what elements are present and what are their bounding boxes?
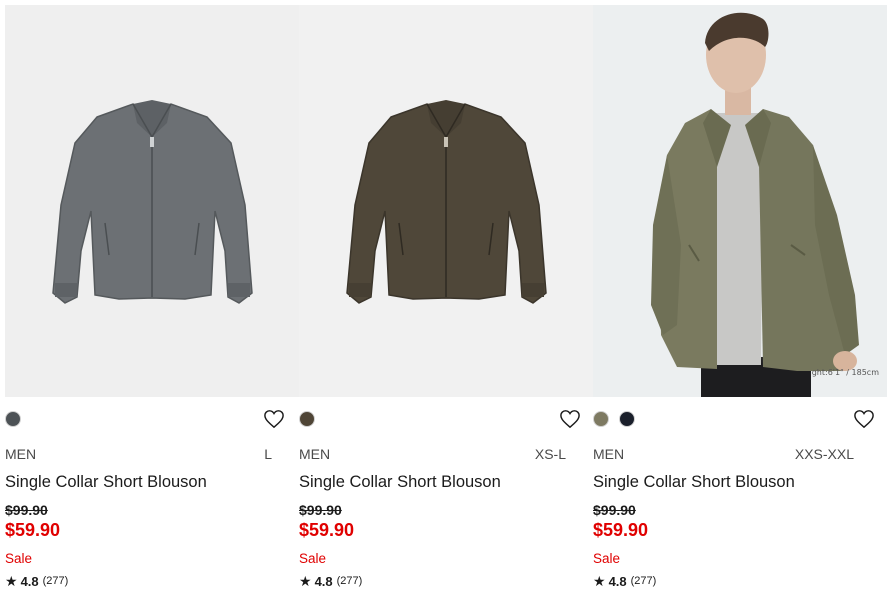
- product-card: MEN XS-L Single Collar Short Blouson $99…: [299, 5, 593, 595]
- color-swatch-olive[interactable]: [593, 411, 609, 427]
- review-count[interactable]: (277): [43, 575, 69, 587]
- original-price: $99.90: [5, 502, 48, 518]
- product-meta: MEN L: [5, 446, 299, 464]
- rating-score: 4.8: [20, 573, 39, 589]
- review-count[interactable]: (277): [631, 575, 657, 587]
- rating: ★ 4.8 (277): [299, 573, 362, 589]
- sale-price: $59.90: [5, 520, 61, 540]
- gender-label: MEN: [299, 446, 331, 462]
- product-image[interactable]: [5, 5, 299, 397]
- review-count[interactable]: (277): [337, 575, 363, 587]
- product-title[interactable]: Single Collar Short Blouson: [5, 473, 207, 492]
- color-swatch-navy[interactable]: [619, 411, 635, 427]
- product-image[interactable]: ght:6'1" / 185cm: [593, 5, 887, 397]
- product-grid: MEN L Single Collar Short Blouson $99.90…: [5, 5, 887, 595]
- rating: ★ 4.8 (277): [5, 573, 68, 589]
- jacket-illustration: [346, 100, 547, 304]
- sale-badge: Sale: [593, 551, 621, 566]
- size-range: XXS-XXL: [794, 446, 854, 462]
- color-swatches: [5, 409, 299, 429]
- sale-price: $59.90: [299, 520, 355, 540]
- product-image[interactable]: [299, 5, 593, 397]
- product-meta: MEN XS-L: [299, 446, 593, 464]
- gender-label: MEN: [5, 446, 37, 462]
- color-swatch-gray[interactable]: [5, 411, 21, 427]
- product-card: ght:6'1" / 185cm MEN XXS-XXL Single Coll…: [593, 5, 887, 595]
- color-swatches: [299, 409, 593, 429]
- rating-score: 4.8: [608, 573, 627, 589]
- jacket-illustration: [52, 100, 253, 304]
- star-filled-icon: ★: [299, 573, 312, 589]
- product-meta: MEN XXS-XXL: [593, 446, 887, 464]
- original-price: $99.90: [593, 502, 636, 518]
- rating: ★ 4.8 (277): [593, 573, 656, 589]
- sale-badge: Sale: [299, 551, 327, 566]
- color-swatches: [593, 409, 887, 429]
- model-height-note: ght:6'1" / 185cm: [811, 368, 879, 377]
- size-range: L: [264, 446, 272, 462]
- star-filled-icon: ★: [5, 573, 18, 589]
- size-range: XS-L: [534, 446, 566, 462]
- rating-score: 4.8: [314, 573, 333, 589]
- original-price: $99.90: [299, 502, 342, 518]
- sale-price: $59.90: [593, 520, 649, 540]
- sale-badge: Sale: [5, 551, 33, 566]
- product-title[interactable]: Single Collar Short Blouson: [299, 473, 501, 492]
- color-swatch-brown[interactable]: [299, 411, 315, 427]
- model-photo-illustration: [651, 12, 859, 397]
- heart-outline-icon[interactable]: [263, 409, 285, 429]
- heart-outline-icon[interactable]: [853, 409, 875, 429]
- gender-label: MEN: [593, 446, 625, 462]
- product-title[interactable]: Single Collar Short Blouson: [593, 473, 795, 492]
- product-card: MEN L Single Collar Short Blouson $99.90…: [5, 5, 299, 595]
- heart-outline-icon[interactable]: [559, 409, 581, 429]
- star-filled-icon: ★: [593, 573, 606, 589]
